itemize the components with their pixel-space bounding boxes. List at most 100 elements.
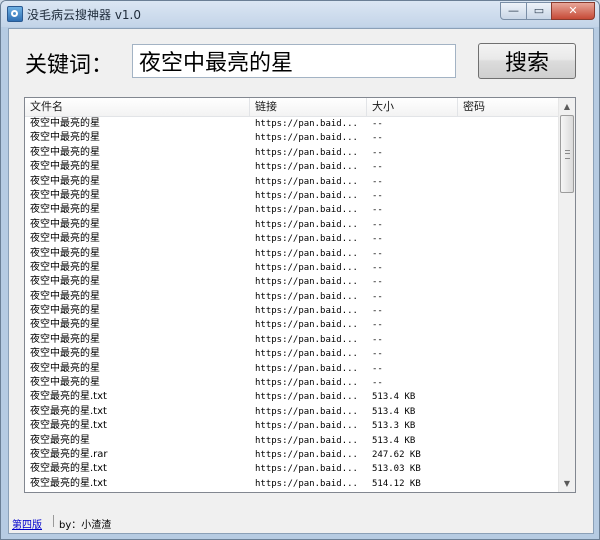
table-row[interactable]: 夜空最亮的星.txt https://pan.baid... 513.3 KB <box>25 419 559 433</box>
cell-filename: 夜空中最亮的星 <box>30 175 100 187</box>
cell-filename: 夜空中最亮的星 <box>30 118 100 129</box>
cell-link: https://pan.baid... <box>255 248 358 259</box>
table-row[interactable]: 夜空最亮的星.rar https://pan.baid... 247.62 KB <box>25 448 559 462</box>
cell-filename: 夜空中最亮的星 <box>30 161 100 173</box>
results-list[interactable]: 文件名 链接 大小 密码 夜空中最亮的星 https://pan.baid... -… <box>24 97 576 493</box>
table-row[interactable]: 夜空中最亮的星 https://pan.baid... -- <box>25 175 559 189</box>
cell-filename: 夜空最亮的星.txt <box>30 477 107 489</box>
cell-filename: 夜空中最亮的星 <box>30 276 100 288</box>
cell-size: -- <box>372 190 383 201</box>
cell-password <box>458 434 559 448</box>
cell-size: -- <box>372 363 383 374</box>
cell-filename: 夜空最亮的星.txt <box>30 405 107 417</box>
table-row[interactable]: 夜空中最亮的星 https://pan.baid... -- <box>25 347 559 361</box>
table-row[interactable]: 夜空最亮的星.txt https://pan.baid... 513.03 KB <box>25 462 559 476</box>
scroll-down-icon[interactable]: ▼ <box>559 475 575 492</box>
cell-password <box>458 275 559 289</box>
cell-size: -- <box>372 119 383 129</box>
column-header-filename[interactable]: 文件名 <box>25 98 250 116</box>
table-row[interactable]: 夜空中最亮的星 https://pan.baid... -- <box>25 275 559 289</box>
cell-password <box>458 362 559 376</box>
column-header-size[interactable]: 大小 <box>367 98 458 116</box>
table-row[interactable]: 夜空中最亮的星 https://pan.baid... -- <box>25 304 559 318</box>
cell-password <box>458 146 559 160</box>
table-row[interactable]: 夜空中最亮的星 https://pan.baid... -- <box>25 362 559 376</box>
cell-password <box>458 419 559 433</box>
version-link[interactable]: 第四版 <box>12 516 42 531</box>
cell-size: 514.12 KB <box>372 478 421 489</box>
cell-password <box>458 318 559 332</box>
cell-password <box>458 203 559 217</box>
title-bar[interactable]: 没毛病云搜神器 v1.0 — ▭ ✕ <box>1 1 599 27</box>
table-row[interactable]: 夜空中最亮的星 https://pan.baid... -- <box>25 261 559 275</box>
cell-filename: 夜空中最亮的星 <box>30 189 100 201</box>
cell-password <box>458 218 559 232</box>
cell-link: https://pan.baid... <box>255 464 358 475</box>
cell-password <box>458 117 559 131</box>
cell-password <box>458 347 559 361</box>
table-row[interactable]: 夜空中最亮的星 https://pan.baid... -- <box>25 218 559 232</box>
table-row[interactable]: 夜空最亮的星 https://pan.baid... 513.4 KB <box>25 434 559 448</box>
cell-filename: 夜空中最亮的星 <box>30 319 100 331</box>
cell-link: https://pan.baid... <box>255 306 358 317</box>
cell-size: 513.4 KB <box>372 392 416 403</box>
table-row[interactable]: 夜空中最亮的星 https://pan.baid... -- <box>25 290 559 304</box>
cell-password <box>458 448 559 462</box>
cell-link: https://pan.baid... <box>255 190 358 201</box>
cell-size: -- <box>372 291 383 302</box>
cell-filename: 夜空中最亮的星 <box>30 290 100 302</box>
cell-password <box>458 131 559 145</box>
cell-size: -- <box>372 262 383 273</box>
grip-icon <box>565 150 570 159</box>
cell-link: https://pan.baid... <box>255 176 358 187</box>
table-row[interactable]: 夜空中最亮的星 https://pan.baid... -- <box>25 131 559 145</box>
cell-size: -- <box>372 147 383 158</box>
vertical-scrollbar[interactable]: ▲ ▼ <box>558 98 575 492</box>
table-row[interactable]: 夜空中最亮的星 https://pan.baid... -- <box>25 146 559 160</box>
table-row[interactable]: 夜空中最亮的星 https://pan.baid... -- <box>25 247 559 261</box>
minimize-button[interactable]: — <box>500 2 527 20</box>
cell-link: https://pan.baid... <box>255 392 358 403</box>
search-button[interactable]: 搜索 <box>478 43 576 79</box>
table-row[interactable]: 夜空中最亮的星 https://pan.baid... -- <box>25 333 559 347</box>
cell-filename: 夜空中最亮的星 <box>30 204 100 216</box>
list-rows: 夜空中最亮的星 https://pan.baid... -- 夜空中最亮的星 https… <box>25 117 559 491</box>
cell-size: 513.4 KB <box>372 406 416 417</box>
column-header-link[interactable]: 链接 <box>250 98 367 116</box>
cell-link: https://pan.baid... <box>255 349 358 360</box>
cell-link: https://pan.baid... <box>255 234 358 245</box>
close-button[interactable]: ✕ <box>551 2 595 20</box>
maximize-button[interactable]: ▭ <box>526 2 552 20</box>
keyword-label: 关键词： <box>25 53 114 78</box>
cell-filename: 夜空中最亮的星 <box>30 218 100 230</box>
cell-password <box>458 290 559 304</box>
table-row[interactable]: 夜空最亮的星.txt https://pan.baid... 514.12 KB <box>25 477 559 491</box>
cell-size: -- <box>372 306 383 317</box>
cell-size: 513.3 KB <box>372 421 416 432</box>
table-row[interactable]: 夜空中最亮的星 https://pan.baid... -- <box>25 189 559 203</box>
scroll-up-icon[interactable]: ▲ <box>559 98 575 115</box>
table-row[interactable]: 夜空中最亮的星 https://pan.baid... -- <box>25 160 559 174</box>
table-row[interactable]: 夜空中最亮的星 https://pan.baid... -- <box>25 203 559 217</box>
table-row[interactable]: 夜空最亮的星.txt https://pan.baid... 513.4 KB <box>25 390 559 404</box>
cell-filename: 夜空中最亮的星 <box>30 333 100 345</box>
cell-size: -- <box>372 133 383 144</box>
cell-link: https://pan.baid... <box>255 162 358 173</box>
list-header: 文件名 链接 大小 密码 <box>25 98 559 117</box>
table-row[interactable]: 夜空中最亮的星 https://pan.baid... -- <box>25 117 559 131</box>
cell-filename: 夜空中最亮的星 <box>30 261 100 273</box>
table-row[interactable]: 夜空中最亮的星 https://pan.baid... -- <box>25 318 559 332</box>
cell-link: https://pan.baid... <box>255 478 358 489</box>
cell-link: https://pan.baid... <box>255 378 358 389</box>
cell-password <box>458 175 559 189</box>
cell-password <box>458 247 559 261</box>
cell-size: 513.4 KB <box>372 435 416 446</box>
scroll-thumb[interactable] <box>560 115 574 193</box>
table-row[interactable]: 夜空中最亮的星 https://pan.baid... -- <box>25 232 559 246</box>
table-row[interactable]: 夜空中最亮的星 https://pan.baid... -- <box>25 376 559 390</box>
column-header-password[interactable]: 密码 <box>458 98 559 116</box>
keyword-input[interactable] <box>132 44 456 78</box>
cell-link: https://pan.baid... <box>255 119 358 129</box>
cell-size: -- <box>372 334 383 345</box>
table-row[interactable]: 夜空最亮的星.txt https://pan.baid... 513.4 KB <box>25 405 559 419</box>
